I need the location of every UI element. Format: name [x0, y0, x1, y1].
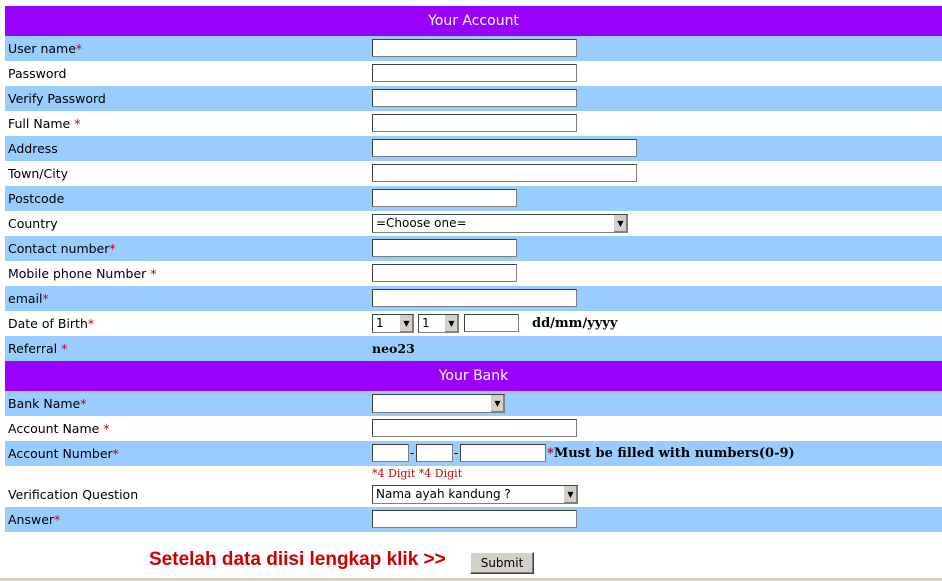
section-header-account: Your Account [5, 6, 942, 36]
chevron-down-icon[interactable]: ▼ [399, 315, 413, 332]
full-name-input[interactable] [372, 114, 577, 132]
referral-value: neo23 [372, 341, 415, 356]
verify-password-input[interactable] [372, 89, 577, 107]
row-verify-password: Verify Password [5, 86, 942, 111]
account-number-part3-input[interactable] [460, 444, 546, 462]
account-number-note: *Must be filled with numbers(0-9) [547, 446, 795, 461]
dob-day-value: 1 [376, 316, 384, 330]
row-email: email* [5, 286, 942, 311]
referral-label: Referral * [8, 341, 68, 356]
dob-month-select[interactable]: 1 ▼ [418, 314, 459, 333]
account-number-part1-input[interactable] [372, 444, 409, 462]
row-address: Address [5, 136, 942, 161]
town-label: Town/City [8, 166, 69, 181]
row-account-number: Account Number* - - *Must be filled with… [5, 441, 942, 466]
row-answer: Answer* [5, 507, 942, 532]
password-input[interactable] [372, 64, 577, 82]
chevron-down-icon[interactable]: ▼ [613, 215, 627, 232]
answer-input[interactable] [372, 510, 577, 528]
section-title: Your Account [428, 13, 519, 29]
answer-label: Answer* [8, 512, 61, 527]
account-number-label: Account Number* [8, 446, 119, 461]
row-contact: Contact number* [5, 236, 942, 261]
separator: - [454, 446, 459, 460]
account-name-label: Account Name * [8, 421, 110, 436]
chevron-down-icon[interactable]: ▼ [444, 315, 458, 332]
section-title: Your Bank [438, 368, 509, 384]
town-input[interactable] [372, 164, 637, 182]
chevron-down-icon[interactable]: ▼ [563, 486, 577, 503]
country-select[interactable]: =Choose one= ▼ [372, 214, 628, 233]
contact-label: Contact number* [8, 241, 116, 256]
country-selected-value: =Choose one= [376, 216, 467, 230]
row-account-name: Account Name * [5, 416, 942, 441]
row-referral: Referral * neo23 [5, 336, 942, 361]
account-name-input[interactable] [372, 419, 577, 437]
verify-password-label: Verify Password [8, 91, 106, 106]
postcode-label: Postcode [8, 191, 65, 206]
full-name-label: Full Name * [8, 116, 81, 131]
dob-label: Date of Birth* [8, 316, 95, 331]
postcode-input[interactable] [372, 189, 517, 207]
row-mobile: Mobile phone Number * [5, 261, 942, 286]
dob-day-select[interactable]: 1 ▼ [372, 314, 414, 333]
verification-question-select[interactable]: Nama ayah kandung ? ▼ [372, 485, 578, 504]
row-password: Password [5, 61, 942, 86]
separator: - [410, 446, 415, 460]
address-label: Address [8, 141, 58, 156]
row-verification-question: Verification Question Nama ayah kandung … [5, 482, 942, 507]
email-label: email* [8, 291, 49, 306]
bank-name-label: Bank Name* [8, 396, 87, 411]
row-town: Town/City [5, 161, 942, 186]
email-input[interactable] [372, 289, 577, 307]
account-number-digit-hint: *4 Digit *4 Digit [372, 467, 463, 480]
country-label: Country [8, 216, 58, 231]
section-header-bank: Your Bank [5, 361, 942, 391]
dob-year-input[interactable] [464, 314, 519, 332]
contact-input[interactable] [372, 239, 517, 257]
account-number-part2-input[interactable] [416, 444, 453, 462]
password-label: Password [8, 66, 67, 81]
row-country: Country =Choose one= ▼ [5, 211, 942, 236]
row-dob: Date of Birth* 1 ▼ 1 ▼ dd/mm/yyyy [5, 311, 942, 336]
row-username: User name* [5, 36, 942, 61]
dob-format-hint: dd/mm/yyyy [532, 316, 618, 331]
username-label: User name* [8, 41, 83, 56]
address-input[interactable] [372, 139, 637, 157]
row-bank-name: Bank Name* ▼ [5, 391, 942, 416]
submit-button[interactable]: Submit [470, 552, 534, 574]
username-input[interactable] [372, 39, 577, 57]
bank-name-select[interactable]: ▼ [372, 394, 505, 413]
row-full-name: Full Name * [5, 111, 942, 136]
submit-prompt: Setelah data diisi lengkap klik >> [149, 549, 446, 570]
mobile-input[interactable] [372, 264, 517, 282]
mobile-label: Mobile phone Number * [8, 266, 157, 281]
row-postcode: Postcode [5, 186, 942, 211]
chevron-down-icon[interactable]: ▼ [490, 395, 504, 412]
verification-question-label: Verification Question [8, 487, 139, 502]
dob-month-value: 1 [422, 316, 430, 330]
verification-question-selected-value: Nama ayah kandung ? [376, 487, 511, 501]
